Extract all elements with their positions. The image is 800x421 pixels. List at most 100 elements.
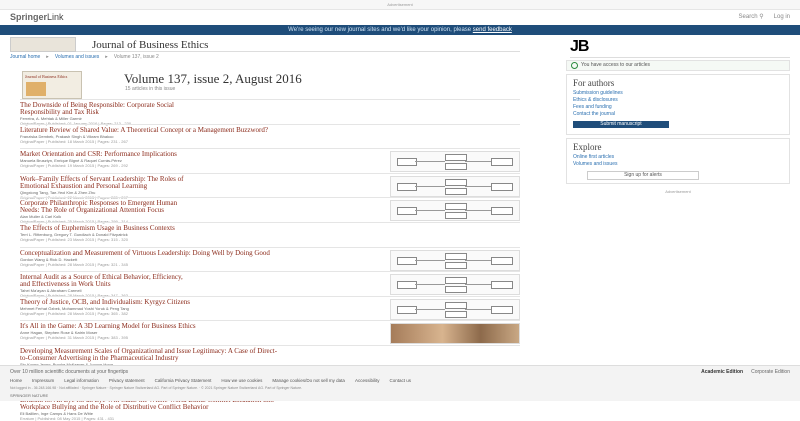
article-item: Corporate Philanthropic Responses to Eme…: [20, 197, 520, 224]
diagram-node: [445, 310, 467, 318]
diagram-node: [397, 281, 417, 290]
submit-manuscript-button[interactable]: Submit manuscript: [573, 121, 669, 128]
advertisement-label: Advertisement: [665, 189, 691, 194]
article-title-continued[interactable]: Needs: The Role of Organizational Attent…: [20, 207, 385, 214]
footer-link[interactable]: Legal information: [64, 378, 99, 383]
article-title-link[interactable]: Theory of Justice, OCB, and Individualis…: [20, 297, 385, 306]
article-title-link[interactable]: Work–Family Effects of Servant Leadershi…: [20, 174, 385, 183]
diagram-node: [491, 207, 513, 216]
author-link-ethics[interactable]: Ethics & disclosures: [573, 97, 783, 104]
article-title-link[interactable]: The Downside of Being Responsible: Corpo…: [20, 100, 385, 109]
diagram-node: [397, 256, 417, 265]
edition-switch: Academic Edition Corporate Edition: [701, 369, 790, 375]
logo-name: Springer: [10, 12, 48, 22]
diagram-node: [445, 286, 467, 294]
diagram-edge: [415, 210, 445, 212]
footer-links: Home Impressum Legal information Privacy st…: [10, 378, 411, 383]
article-figure-diagram[interactable]: [390, 200, 520, 222]
footer-link[interactable]: California Privacy Statement: [155, 378, 212, 383]
author-link-guidelines[interactable]: Submission guidelines: [573, 90, 783, 97]
academic-edition-link[interactable]: Academic Edition: [701, 369, 743, 375]
corporate-edition-link[interactable]: Corporate Edition: [751, 369, 790, 375]
footer-link[interactable]: Accessibility: [355, 378, 380, 383]
footer-link[interactable]: Manage cookies/Do not sell my data: [272, 378, 345, 383]
diagram-node: [445, 178, 467, 186]
footer-link[interactable]: Home: [10, 378, 22, 383]
cover-image: [26, 82, 46, 96]
send-feedback-link[interactable]: send feedback: [473, 27, 512, 33]
breadcrumb-volumes[interactable]: Volumes and issues: [55, 54, 99, 60]
footer-link[interactable]: Privacy statement: [109, 378, 145, 383]
footer-link[interactable]: Contact us: [389, 378, 411, 383]
diagram-node: [445, 252, 467, 260]
article-item: Market Orientation and CSR: Performance …: [20, 148, 520, 173]
footer-legal: Not logged in - 36.248.166.98 · Not affi…: [10, 386, 302, 390]
explore-link-volumes[interactable]: Volumes and issues: [573, 161, 783, 168]
footer-link[interactable]: How we use cookies: [221, 378, 262, 383]
diagram-node: [491, 158, 513, 167]
diagram-node: [397, 182, 417, 191]
diagram-node: [445, 154, 467, 162]
article-figure-diagram[interactable]: [390, 175, 520, 197]
article-title-continued[interactable]: Emotional Exhaustion and Personal Learni…: [20, 183, 385, 190]
feedback-banner: We're seeing our new journal sites and w…: [0, 25, 800, 35]
article-title-link[interactable]: Conceptualization and Measurement of Vir…: [20, 248, 385, 257]
article-item: Internal Audit as a Source of Ethical Be…: [20, 271, 520, 298]
article-meta: OriginalPaper | Published: 18 March 2015…: [20, 138, 128, 144]
breadcrumb-journal-home[interactable]: Journal home: [10, 54, 40, 60]
access-notice: You have access to our articles: [566, 60, 790, 71]
sidebar: You have access to our articles For auth…: [566, 60, 790, 194]
article-title-link[interactable]: Developing Measurement Scales of Organiz…: [20, 346, 385, 355]
diagram-node: [445, 187, 467, 195]
article-figure-diagram[interactable]: [390, 151, 520, 173]
diagram-node: [491, 256, 513, 265]
author-link-fees[interactable]: Fees and funding: [573, 104, 783, 111]
springer-logo[interactable]: SpringerLink: [10, 12, 64, 22]
article-figure-photo[interactable]: [390, 323, 520, 345]
article-title-link[interactable]: The Effects of Euphemism Usage in Busine…: [20, 223, 385, 232]
journal-cover: Journal of Business Ethics: [22, 71, 82, 99]
article-title-link[interactable]: Corporate Philanthropic Responses to Eme…: [20, 198, 385, 207]
diagram-node: [397, 207, 417, 216]
diagram-edge: [415, 185, 445, 187]
article-title-link[interactable]: Literature Review of Shared Value: A The…: [20, 125, 385, 134]
login-link[interactable]: Log in: [774, 14, 790, 20]
diagram-node: [397, 158, 417, 167]
article-figure-diagram[interactable]: [390, 249, 520, 271]
sign-up-alerts-button[interactable]: Sign up for alerts: [587, 171, 699, 180]
footer-link[interactable]: Impressum: [32, 378, 54, 383]
diagram-edge: [415, 308, 445, 310]
author-link-contact[interactable]: Contact the journal: [573, 111, 783, 118]
article-figure-diagram[interactable]: [390, 274, 520, 296]
article-title-link[interactable]: Market Orientation and CSR: Performance …: [20, 149, 385, 158]
diagram-node: [491, 281, 513, 290]
breadcrumb-separator-icon: ▸: [105, 54, 108, 60]
article-item: The Downside of Being Responsible: Corpo…: [20, 99, 520, 126]
article-title-link[interactable]: Internal Audit as a Source of Ethical Be…: [20, 272, 385, 281]
diagram-edge: [465, 185, 491, 187]
article-title-continued[interactable]: and Effectiveness in Work Units: [20, 281, 385, 288]
top-nav: Search ⚲ Log in: [739, 13, 790, 21]
diagram-edge: [465, 259, 491, 261]
search-label: Search: [738, 14, 758, 20]
article-count: 15 articles in this issue: [125, 86, 176, 92]
search-link[interactable]: Search ⚲: [739, 13, 764, 20]
article-figure-diagram[interactable]: [390, 298, 520, 320]
diagram-node: [491, 305, 513, 314]
article-title-link[interactable]: It's All in the Game: A 3D Learning Mode…: [20, 321, 385, 330]
article-title-continued[interactable]: to-Consumer Advertising in the Pharmaceu…: [20, 355, 385, 362]
article-title-continued[interactable]: Workplace Bullying and the Role of Distr…: [20, 404, 385, 411]
advertisement-strip: Advertisement: [0, 0, 800, 10]
diagram-node: [445, 163, 467, 171]
diagram-edge: [415, 161, 445, 163]
article-title-continued[interactable]: Responsibility and Tax Risk: [20, 109, 385, 116]
journal-title[interactable]: Journal of Business Ethics: [92, 39, 208, 51]
article-meta: OriginalPaper | Published: 23 March 2015…: [20, 236, 128, 242]
article-item: Literature Review of Shared Value: A The…: [20, 123, 520, 149]
search-icon: ⚲: [759, 14, 764, 20]
diagram-node: [491, 182, 513, 191]
notice-text: We're seeing our new journal sites and w…: [288, 27, 472, 33]
explore-link-online-first[interactable]: Online first articles: [573, 154, 783, 161]
diagram-edge: [465, 308, 491, 310]
explore-panel: Explore Online first articles Volumes an…: [566, 138, 790, 184]
